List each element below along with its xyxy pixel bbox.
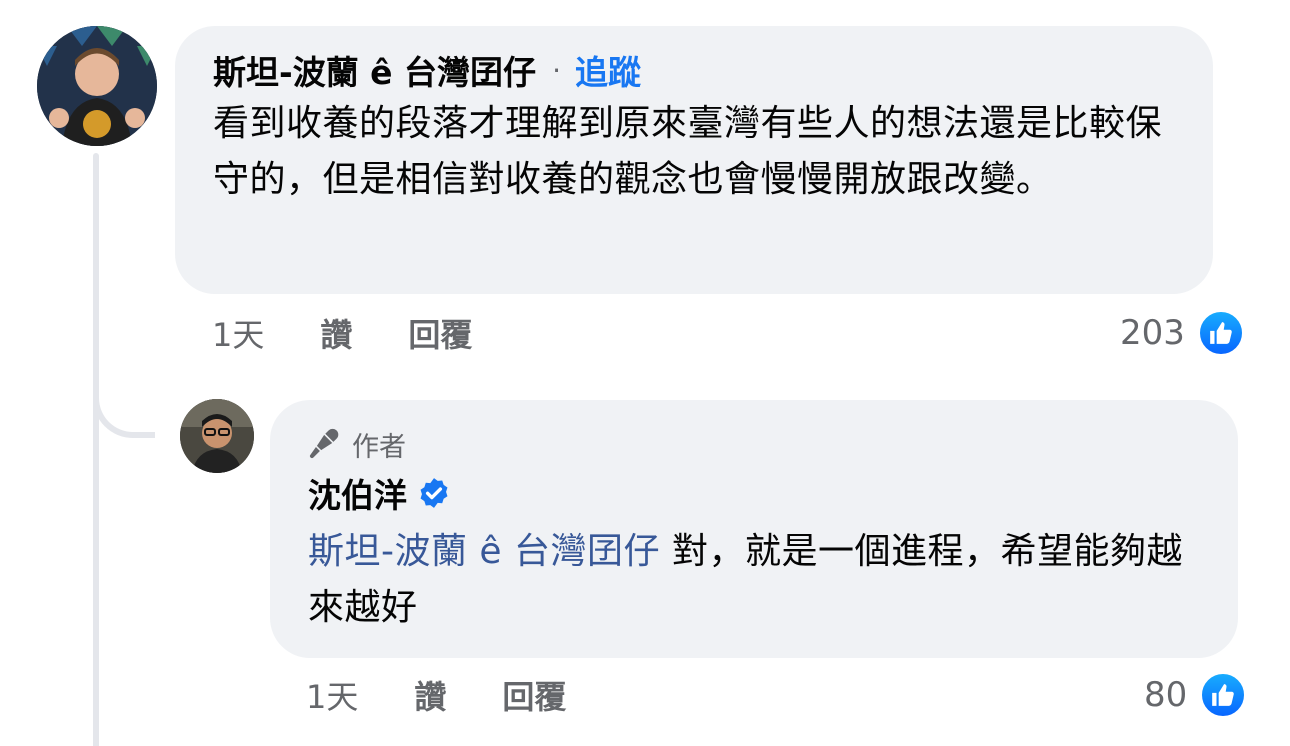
like-thumb-icon — [1199, 671, 1248, 719]
microphone-icon — [309, 428, 339, 459]
reaction-count: 203 — [1120, 313, 1185, 353]
comment-bubble: 斯坦-波蘭 ê 台灣囝仔 · 追蹤 看到收養的段落才理解到原來臺灣有些人的想法還… — [175, 26, 1213, 294]
thread-line — [93, 153, 99, 746]
like-button[interactable]: 讚 — [320, 310, 352, 356]
comment-header: 斯坦-波蘭 ê 台灣囝仔 · 追蹤 — [213, 48, 1175, 92]
verified-badge-icon — [420, 478, 448, 508]
author-badge-label: 作者 — [352, 431, 406, 463]
reply-author-name[interactable]: 沈伯洋 — [308, 469, 407, 517]
avatar-image-icon — [37, 26, 157, 146]
separator-dot: · — [552, 53, 561, 87]
reply-avatar[interactable] — [180, 399, 254, 473]
reply-text: 斯坦-波蘭 ê 台灣囝仔 對，就是一個進程，希望能夠越來越好 — [308, 524, 1200, 636]
follow-button[interactable]: 追蹤 — [575, 46, 641, 94]
like-button[interactable]: 讚 — [414, 672, 446, 718]
reply-actions: 1天 讚 回覆 — [306, 670, 622, 720]
comment-actions: 1天 讚 回覆 — [212, 308, 528, 358]
comment-timestamp[interactable]: 1天 — [212, 310, 264, 356]
thread-connector — [93, 340, 155, 438]
reply-timestamp[interactable]: 1天 — [306, 672, 358, 718]
comment-thread: 斯坦-波蘭 ê 台灣囝仔 · 追蹤 看到收養的段落才理解到原來臺灣有些人的想法還… — [0, 0, 1290, 746]
avatar[interactable] — [37, 26, 157, 146]
reply-button[interactable]: 回覆 — [502, 672, 566, 718]
reaction-count: 80 — [1144, 675, 1188, 715]
mention-link[interactable]: 斯坦-波蘭 ê 台灣囝仔 — [308, 531, 660, 572]
comment-text: 看到收養的段落才理解到原來臺灣有些人的想法還是比較保守的，但是相信對收養的觀念也… — [213, 103, 1163, 200]
reaction-summary[interactable]: 80 — [1144, 670, 1248, 720]
author-badge: 作者 — [308, 424, 1200, 464]
reaction-summary[interactable]: 203 — [1120, 308, 1245, 358]
reply-button[interactable]: 回覆 — [408, 310, 472, 356]
comment-author-name[interactable]: 斯坦-波蘭 ê 台灣囝仔 — [213, 46, 536, 94]
reply-bubble: 作者 沈伯洋 斯坦-波蘭 ê 台灣囝仔 對，就是一個進程，希望能夠越來越好 — [270, 400, 1238, 658]
avatar-image-icon — [180, 399, 254, 473]
like-thumb-icon — [1196, 309, 1245, 357]
reply-header: 沈伯洋 — [308, 470, 1200, 516]
